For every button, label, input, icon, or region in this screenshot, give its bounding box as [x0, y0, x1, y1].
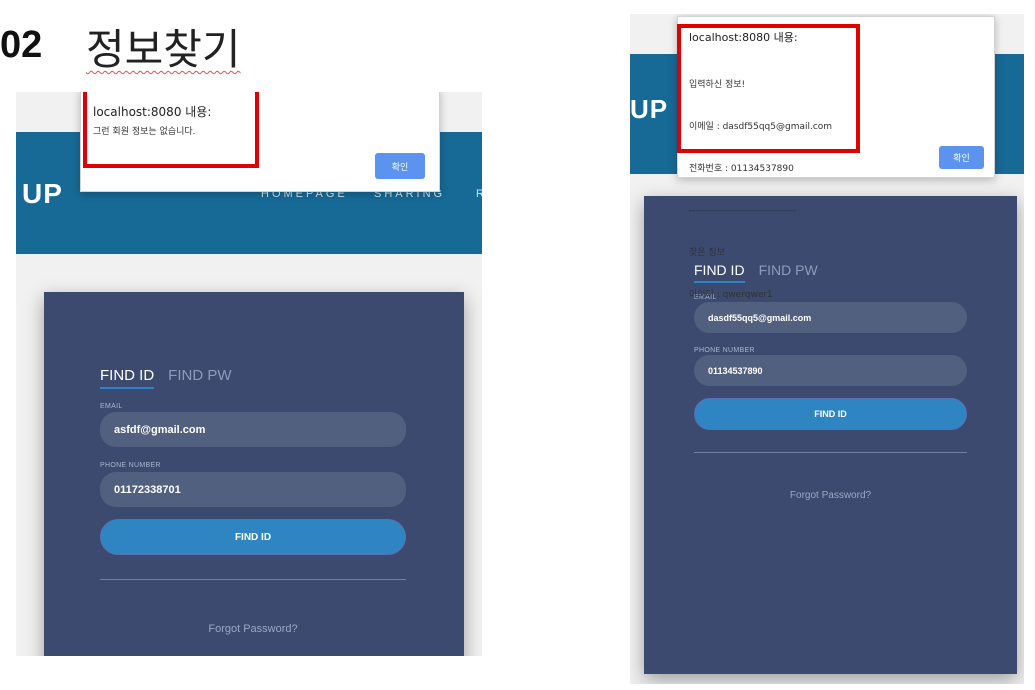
red-highlight-box	[677, 24, 860, 153]
forgot-password-link[interactable]: Forgot Password?	[694, 490, 967, 501]
slide-title: 정보찾기	[86, 25, 241, 74]
phone-label: PHONE NUMBER	[694, 347, 755, 354]
email-field[interactable]: asfdf@gmail.com	[100, 412, 406, 447]
site-logo[interactable]: UP	[22, 178, 63, 210]
nav-item-cut[interactable]: R	[476, 188, 482, 200]
phone-label: PHONE NUMBER	[100, 462, 161, 469]
dialog-line: ---------------------------------	[689, 206, 797, 216]
find-id-button[interactable]: FIND ID	[100, 519, 406, 555]
dialog-line: 전화번호 : 01134537890	[689, 164, 794, 174]
find-id-button[interactable]: FIND ID	[694, 398, 967, 430]
find-form-panel: FIND ID FIND PW EMAIL asfdf@gmail.com PH…	[44, 292, 464, 656]
site-logo[interactable]: UP	[630, 94, 668, 125]
form-divider	[100, 579, 406, 580]
right-screenshot: UP FIND ID FIND PW EMAIL dasdf55qq5@gmai…	[630, 14, 1024, 684]
dialog-ok-button[interactable]: 확인	[375, 153, 425, 179]
phone-field[interactable]: 01172338701	[100, 472, 406, 507]
dialog-line: 찾은 정보	[689, 248, 725, 258]
form-divider	[694, 452, 967, 453]
left-screenshot: UP HOMEPAGE SHARING R FIND ID FIND PW EM…	[16, 92, 482, 656]
phone-field[interactable]: 01134537890	[694, 355, 967, 386]
dialog-line: 아이디 : qwerqwer1	[689, 290, 773, 300]
tab-find-id[interactable]: FIND ID	[100, 367, 155, 389]
tab-find-pw[interactable]: FIND PW	[168, 367, 231, 389]
dialog-ok-button[interactable]: 확인	[939, 146, 984, 169]
forgot-password-link[interactable]: Forgot Password?	[100, 623, 406, 635]
form-tabs: FIND ID FIND PW	[100, 367, 232, 389]
email-label: EMAIL	[100, 403, 123, 410]
red-highlight-box	[83, 92, 259, 168]
slide-number: 02	[0, 24, 43, 66]
